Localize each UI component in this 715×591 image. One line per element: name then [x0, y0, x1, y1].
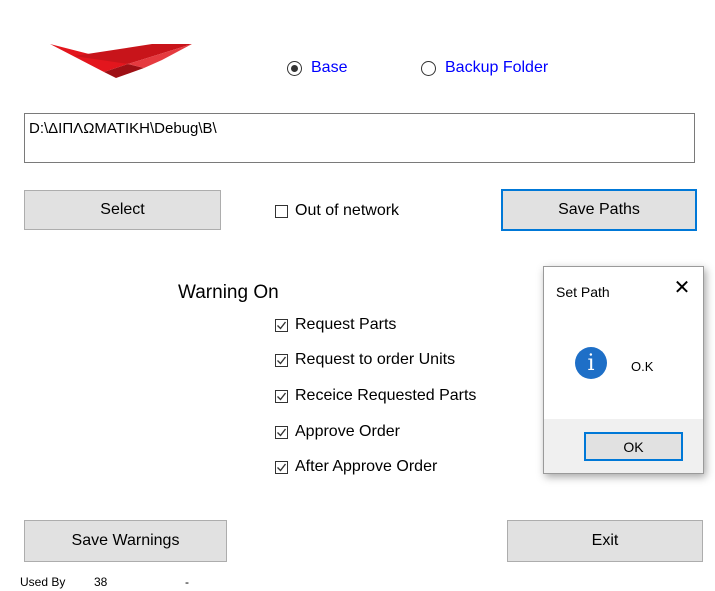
info-icon: i: [575, 347, 607, 379]
out-of-network-label: Out of network: [295, 202, 400, 219]
dialog-ok-label: OK: [623, 438, 644, 455]
radio-backup-folder[interactable]: Backup Folder: [421, 59, 548, 77]
radio-base-indicator[interactable]: [287, 60, 302, 76]
warning-request-parts-label: Request Parts: [295, 316, 397, 333]
set-path-dialog: Set Path ✕ i O.K OK: [543, 266, 704, 474]
save-warnings-button-label: Save Warnings: [71, 532, 180, 549]
warning-heading: Warning On: [178, 282, 279, 303]
warning-after-approve-order-box[interactable]: [275, 460, 288, 474]
warning-receice-requested-parts-box[interactable]: [275, 389, 288, 403]
company-logo: [50, 44, 192, 78]
check-icon: [277, 392, 287, 401]
warning-after-approve-order[interactable]: After Approve Order: [275, 458, 437, 476]
check-icon: [277, 356, 287, 365]
path-value: D:\ΔΙΠΛΩΜΑΤΙΚΗ\Debug\B\: [29, 120, 217, 137]
warning-receice-requested-parts[interactable]: Receice Requested Parts: [275, 387, 476, 405]
warning-request-parts-box[interactable]: [275, 318, 288, 332]
check-icon: [277, 428, 287, 437]
warning-approve-order-box[interactable]: [275, 425, 288, 439]
out-of-network-checkbox[interactable]: Out of network: [275, 202, 399, 220]
save-warnings-button[interactable]: Save Warnings: [24, 520, 227, 562]
dialog-footer: OK: [544, 419, 703, 473]
radio-backup-indicator[interactable]: [421, 60, 436, 76]
out-of-network-box[interactable]: [275, 204, 288, 218]
radio-base[interactable]: Base: [287, 59, 347, 77]
dialog-ok-button[interactable]: OK: [584, 432, 683, 461]
used-by-value: 38: [94, 575, 108, 589]
warning-approve-order[interactable]: Approve Order: [275, 423, 400, 441]
warning-approve-order-label: Approve Order: [295, 423, 400, 440]
radio-base-label: Base: [311, 59, 348, 76]
used-by-label: Used By: [20, 575, 66, 589]
dialog-title: Set Path: [556, 284, 610, 300]
select-button-label: Select: [100, 201, 145, 218]
save-paths-button-label: Save Paths: [558, 201, 640, 218]
exit-button[interactable]: Exit: [507, 520, 703, 562]
path-field[interactable]: D:\ΔΙΠΛΩΜΑΤΙΚΗ\Debug\B\: [24, 113, 695, 163]
dialog-message: O.K: [631, 359, 654, 374]
exit-button-label: Exit: [591, 532, 619, 549]
radio-backup-label: Backup Folder: [445, 59, 549, 76]
warning-request-to-order-units[interactable]: Request to order Units: [275, 351, 455, 369]
check-icon: [277, 321, 287, 330]
select-button[interactable]: Select: [24, 190, 221, 230]
status-extra: -: [185, 575, 189, 589]
warning-request-to-order-units-box[interactable]: [275, 353, 288, 367]
warning-request-parts[interactable]: Request Parts: [275, 316, 396, 334]
warning-receice-requested-parts-label: Receice Requested Parts: [295, 387, 477, 404]
close-icon[interactable]: ✕: [672, 278, 692, 298]
warning-after-approve-order-label: After Approve Order: [295, 458, 438, 475]
warning-request-to-order-units-label: Request to order Units: [295, 351, 456, 368]
save-paths-button[interactable]: Save Paths: [501, 189, 697, 231]
check-icon: [277, 463, 287, 472]
